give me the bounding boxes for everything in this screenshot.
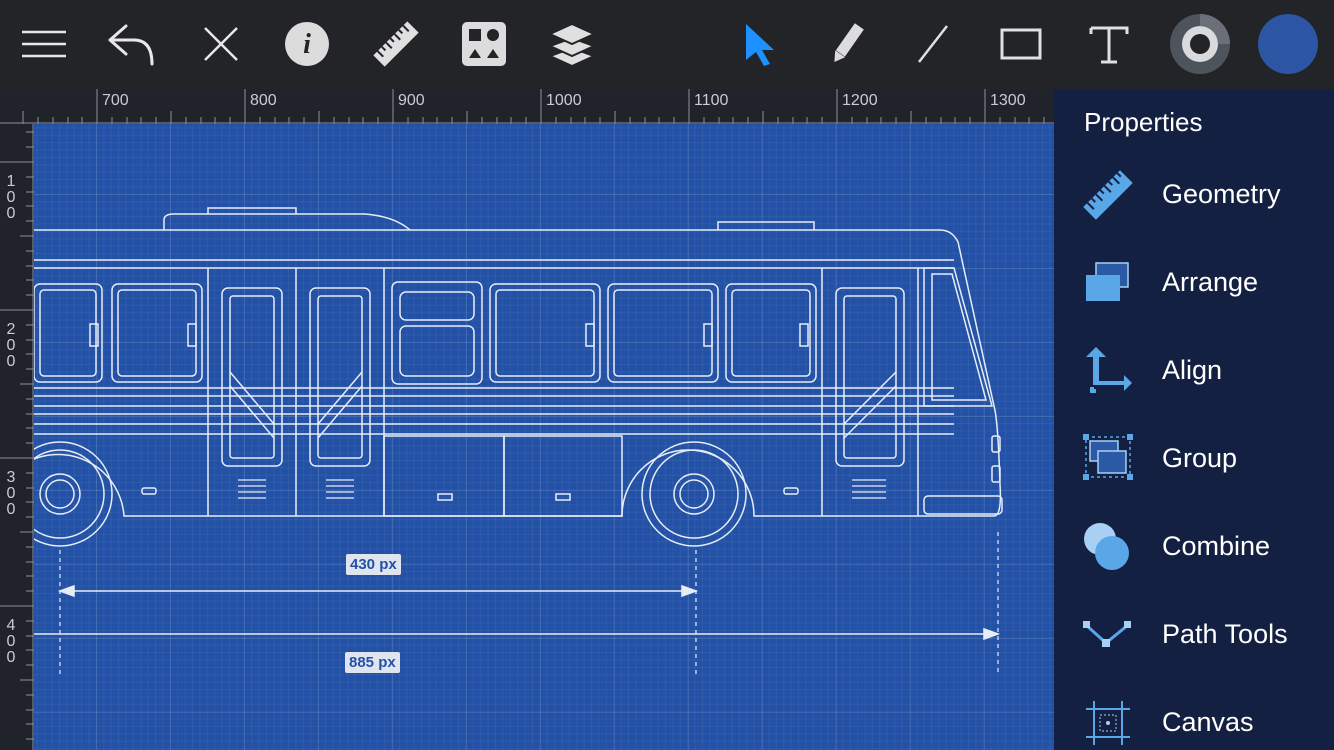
ruler-label-1100: 1100 <box>694 92 729 109</box>
prop-item-align[interactable]: Align <box>1054 331 1334 411</box>
prop-item-path-tools[interactable]: Path Tools <box>1054 595 1334 675</box>
prop-label-path-tools: Path Tools <box>1162 619 1288 649</box>
prop-label-align: Align <box>1162 355 1223 385</box>
fill-color-icon[interactable] <box>1256 12 1320 76</box>
prop-item-canvas[interactable]: Canvas <box>1054 683 1334 750</box>
prop-label-combine: Combine <box>1162 531 1271 561</box>
geometry-ruler-icon <box>1082 169 1134 221</box>
ruler-label-1000: 1000 <box>546 92 582 109</box>
prop-label-arrange: Arrange <box>1162 267 1259 297</box>
panel-title: Properties <box>1084 107 1203 137</box>
ruler-icon[interactable] <box>364 12 428 76</box>
combine-icon <box>1082 521 1134 573</box>
arrange-icon <box>1082 257 1134 309</box>
prop-item-combine[interactable]: Combine <box>1054 507 1334 587</box>
ruler-label-700: 700 <box>102 92 129 109</box>
dimension-label-total[interactable]: 885 px <box>345 652 400 673</box>
top-ruler-ticks <box>0 89 1054 124</box>
ruler-label-1200: 1200 <box>842 92 878 109</box>
top-ruler[interactable]: 700 800 900 1000 1100 1200 1300 <box>0 89 1054 124</box>
pencil-icon[interactable] <box>815 12 879 76</box>
toolbar: i <box>0 0 1334 89</box>
properties-panel: Properties Geometry Arrange Align Group … <box>1054 89 1334 750</box>
prop-item-group[interactable]: Group <box>1054 419 1334 499</box>
canvas-icon <box>1082 697 1134 749</box>
prop-item-geometry[interactable]: Geometry <box>1054 155 1334 235</box>
text-icon[interactable] <box>1077 12 1141 76</box>
group-icon <box>1082 433 1134 485</box>
path-tools-icon <box>1082 609 1134 661</box>
bus-blueprint-drawing[interactable] <box>34 124 1054 750</box>
prop-label-group: Group <box>1162 443 1238 473</box>
undo-icon[interactable] <box>98 12 162 76</box>
ruler-label-200: 200 <box>6 321 16 370</box>
dimension-label-width[interactable]: 430 px <box>346 554 401 575</box>
drawing-canvas[interactable]: 430 px 885 px <box>34 124 1054 750</box>
ruler-label-800: 800 <box>250 92 277 109</box>
select-arrow-icon[interactable] <box>728 12 792 76</box>
stroke-color-icon[interactable] <box>1168 12 1232 76</box>
align-icon <box>1082 345 1134 397</box>
prop-label-canvas: Canvas <box>1162 707 1254 737</box>
close-icon[interactable] <box>189 12 253 76</box>
prop-item-arrange[interactable]: Arrange <box>1054 243 1334 323</box>
layers-icon[interactable] <box>540 12 604 76</box>
rectangle-icon[interactable] <box>989 12 1053 76</box>
info-icon[interactable]: i <box>275 12 339 76</box>
ruler-label-300: 300 <box>6 469 16 518</box>
ruler-label-900: 900 <box>398 92 425 109</box>
line-icon[interactable] <box>901 12 965 76</box>
shapes-icon[interactable] <box>452 12 516 76</box>
left-ruler[interactable]: 100 200 300 400 <box>0 124 34 750</box>
ruler-label-100: 100 <box>6 173 16 222</box>
svg-text:i: i <box>303 29 311 60</box>
ruler-label-400: 400 <box>6 617 16 666</box>
prop-label-geometry: Geometry <box>1162 179 1281 209</box>
menu-icon[interactable] <box>12 12 76 76</box>
ruler-label-1300: 1300 <box>990 92 1026 109</box>
